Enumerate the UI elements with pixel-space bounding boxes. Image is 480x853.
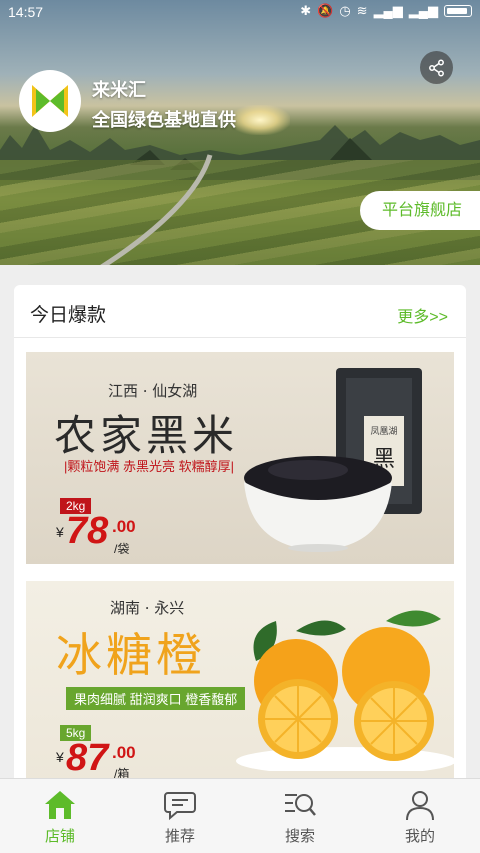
currency-symbol: ¥ bbox=[56, 524, 64, 540]
product-origin: 江西 · 仙女湖 bbox=[108, 382, 198, 400]
battery-icon bbox=[444, 5, 472, 17]
product-price: 87 bbox=[66, 737, 109, 779]
status-time: 14:57 bbox=[8, 4, 44, 20]
shop-slogan: 全国绿色基地直供 bbox=[92, 110, 236, 130]
package-text: 凤凰湖 bbox=[370, 426, 397, 437]
product-price-cents: .00 bbox=[112, 517, 136, 536]
more-link[interactable]: 更多>> bbox=[397, 303, 448, 327]
share-button[interactable] bbox=[420, 51, 453, 84]
product-banner-black-rice[interactable]: 江西 · 仙女湖 农家黑米 |颗粒饱满 赤黑光亮 软糯醇厚| 凤凰湖 黑 2kg… bbox=[26, 352, 454, 564]
hot-products-card: 今日爆款 更多>> 江西 · 仙女湖 农家黑米 |颗粒饱满 赤黑光亮 软糯醇厚|… bbox=[14, 285, 466, 785]
product-price-cents: .00 bbox=[112, 743, 136, 762]
chat-icon bbox=[164, 792, 196, 821]
product-price: 78 bbox=[66, 510, 109, 552]
wifi-icon: ≋ bbox=[356, 3, 368, 18]
product-features: |颗粒饱满 赤黑光亮 软糯醇厚| bbox=[64, 459, 234, 474]
product-title: 冰糖橙 bbox=[56, 628, 206, 682]
search-icon bbox=[285, 794, 316, 816]
black-rice-bowl-image bbox=[244, 456, 392, 552]
section-header: 今日爆款 更多>> bbox=[14, 285, 466, 338]
tab-label: 我的 bbox=[404, 828, 435, 845]
user-icon bbox=[406, 791, 434, 821]
home-icon bbox=[45, 791, 75, 819]
alarm-icon: ◷ bbox=[339, 3, 351, 18]
product-title: 农家黑米 bbox=[54, 411, 239, 460]
tab-label: 推荐 bbox=[164, 828, 195, 845]
bottom-nav: 店铺 推荐 搜索 我的 bbox=[0, 778, 480, 853]
product-features: 果肉细腻 甜润爽口 橙香馥郁 bbox=[66, 687, 246, 710]
share-icon bbox=[428, 59, 444, 76]
section-title: 今日爆款 bbox=[30, 305, 107, 326]
flagship-store-button[interactable]: 平台旗舰店 bbox=[360, 191, 480, 230]
orange-image bbox=[236, 610, 454, 771]
shop-logo bbox=[19, 70, 81, 132]
product-origin: 湖南 · 永兴 bbox=[110, 599, 185, 617]
tab-shop[interactable]: 店铺 bbox=[0, 779, 120, 853]
product-banner-orange[interactable]: 湖南 · 永兴 冰糖橙 果肉细腻 甜润爽口 橙香馥郁 5kg ¥ 87 .00 … bbox=[26, 581, 454, 785]
mute-icon: 🔕 bbox=[317, 3, 334, 18]
currency-symbol: ¥ bbox=[56, 749, 64, 765]
signal-icon: ▂▄▆ bbox=[373, 3, 403, 18]
road bbox=[100, 154, 213, 265]
signal-icon: ▂▄▆ bbox=[408, 3, 438, 18]
tab-label: 搜索 bbox=[284, 828, 315, 845]
tab-search[interactable]: 搜索 bbox=[240, 779, 360, 853]
tab-label: 店铺 bbox=[44, 828, 75, 845]
status-bar: 14:57 ✱ 🔕 ◷ ≋ ▂▄▆ ▂▄▆ bbox=[0, 0, 480, 26]
tab-recommend[interactable]: 推荐 bbox=[120, 779, 240, 853]
bluetooth-icon: ✱ bbox=[300, 3, 312, 18]
product-unit: /袋 bbox=[114, 542, 130, 556]
shop-name: 来米汇 bbox=[92, 80, 146, 100]
shop-banner: 来米汇 全国绿色基地直供 平台旗舰店 bbox=[0, 0, 480, 265]
tab-profile[interactable]: 我的 bbox=[360, 779, 480, 853]
